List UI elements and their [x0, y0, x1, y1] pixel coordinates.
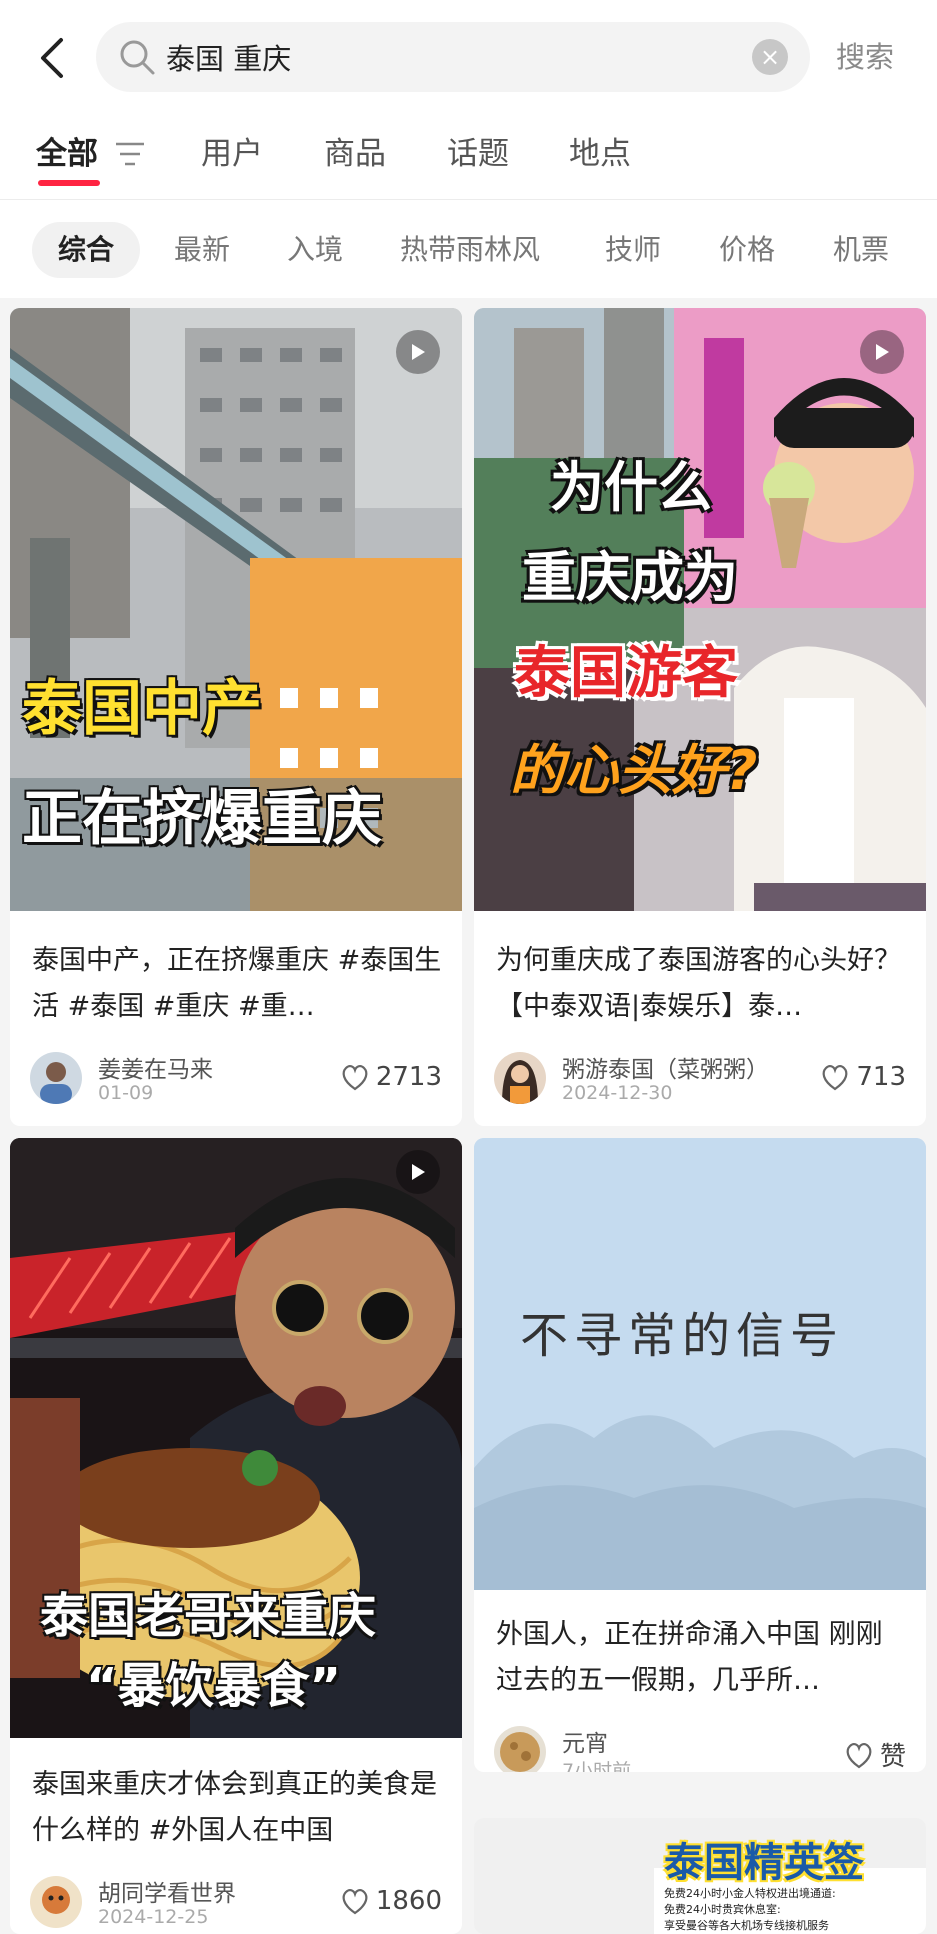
- tab-places[interactable]: 地点: [569, 128, 631, 173]
- clear-search-button[interactable]: ×: [752, 39, 788, 75]
- chip-rainforest-style[interactable]: 热带雨林风: [400, 222, 540, 278]
- chip-comprehensive[interactable]: 综合: [32, 222, 141, 278]
- cover-overlay-line: 的心头好?: [510, 739, 758, 802]
- author-name[interactable]: 姜姜在马来: [98, 1050, 213, 1084]
- search-button[interactable]: 搜索: [836, 34, 894, 76]
- cover-note-line: 享受曼谷等各大机场专线接机服务: [664, 1919, 829, 1932]
- author-name[interactable]: 元宵: [562, 1724, 608, 1758]
- chip-flights[interactable]: 机票: [833, 222, 889, 278]
- post-card[interactable]: 泰国老哥来重庆 “暴饮暴食” 泰国来重庆才体会到真正的美食是什么样的 #外国人在…: [10, 1138, 462, 1934]
- post-author-row: 元宵 7小时前 赞: [494, 1726, 906, 1772]
- post-title[interactable]: 外国人，正在拼命涌入中国 刚刚过去的五一假期，几乎所…: [496, 1612, 906, 1708]
- post-card[interactable]: 为什么 重庆成为 泰国游客 的心头好? 为何重庆成了泰国游客的心头好？【中泰双语…: [474, 308, 926, 1126]
- cover-overlay-line: 泰国游客: [514, 641, 738, 706]
- author-name[interactable]: 胡同学看世界: [98, 1874, 236, 1908]
- post-cover-image[interactable]: 不寻常的信号: [474, 1138, 926, 1590]
- avatar[interactable]: [494, 1052, 546, 1104]
- post-date: 2024-12-30: [562, 1082, 673, 1104]
- avatar[interactable]: [494, 1726, 546, 1772]
- like-button[interactable]: 1860: [340, 1886, 442, 1916]
- chip-entry[interactable]: 入境: [287, 222, 343, 278]
- cover-overlay-line: 正在挤爆重庆: [22, 784, 382, 854]
- heart-icon: [822, 1064, 848, 1091]
- tab-products[interactable]: 商品: [324, 128, 386, 173]
- like-button[interactable]: 赞: [844, 1736, 906, 1772]
- category-tabs: 全部 用户 商品 话题 地点: [0, 128, 937, 188]
- tab-users[interactable]: 用户: [201, 128, 263, 173]
- heart-icon: [342, 1888, 368, 1915]
- post-date: 01-09: [98, 1082, 154, 1104]
- post-title[interactable]: 为何重庆成了泰国游客的心头好？【中泰双语|泰娱乐】泰…: [496, 938, 906, 1034]
- post-card[interactable]: 泰国中产 正在挤爆重庆 泰国中产，正在挤爆重庆 #泰国生活 #泰国 #重庆 #重…: [10, 308, 462, 1126]
- filter-chip-bar: 综合 最新 入境 热带雨林风 技师 价格 机票: [0, 200, 937, 298]
- video-play-icon: [396, 1150, 440, 1194]
- like-button[interactable]: 2713: [340, 1062, 442, 1092]
- post-cover-image[interactable]: 泰国中产 正在挤爆重庆: [10, 308, 462, 911]
- filter-icon[interactable]: [114, 140, 146, 168]
- post-cover-image[interactable]: 为什么 重庆成为 泰国游客 的心头好?: [474, 308, 926, 911]
- cover-overlay-line: 泰国精英签: [664, 1840, 864, 1886]
- heart-icon: [342, 1064, 368, 1091]
- post-card[interactable]: 不寻常的信号 外国人，正在拼命涌入中国 刚刚过去的五一假期，几乎所… 元宵 7小…: [474, 1138, 926, 1772]
- chevron-left-icon: [41, 38, 63, 78]
- like-count: 1860: [375, 1886, 442, 1916]
- post-cover-image[interactable]: 泰国精英签 免费24小时小金人特权进出境通道: 免费24小时贵宾休息室: 享受曼…: [474, 1818, 926, 1934]
- post-cover-image[interactable]: 泰国老哥来重庆 “暴饮暴食”: [10, 1138, 462, 1738]
- author-name[interactable]: 粥游泰国（菜粥粥）: [562, 1050, 769, 1084]
- like-count: 2713: [375, 1062, 442, 1092]
- avatar[interactable]: [30, 1876, 82, 1928]
- post-date: 2024-12-25: [98, 1906, 209, 1928]
- cover-overlay-line: 泰国老哥来重庆: [40, 1588, 377, 1644]
- post-card[interactable]: 泰国精英签 免费24小时小金人特权进出境通道: 免费24小时贵宾休息室: 享受曼…: [474, 1818, 926, 1934]
- search-bar[interactable]: ×: [96, 22, 810, 92]
- cover-overlay-line: “暴饮暴食”: [86, 1658, 342, 1714]
- post-author-row: 粥游泰国（菜粥粥） 2024-12-30 713: [494, 1052, 906, 1108]
- post-title[interactable]: 泰国来重庆才体会到真正的美食是什么样的 #外国人在中国: [32, 1762, 442, 1858]
- cover-note-line: 免费24小时小金人特权进出境通道:: [664, 1887, 836, 1900]
- like-button[interactable]: 713: [820, 1062, 906, 1092]
- post-author-row: 姜姜在马来 01-09 2713: [30, 1052, 442, 1108]
- avatar[interactable]: [30, 1052, 82, 1104]
- cover-overlay-line: 泰国中产: [22, 674, 262, 744]
- back-button[interactable]: [32, 30, 72, 86]
- cover-overlay-line: 重庆成为: [522, 546, 738, 609]
- like-count: 赞: [879, 1742, 906, 1772]
- cover-note-line: 免费24小时贵宾休息室:: [664, 1903, 781, 1916]
- search-icon: [120, 40, 155, 75]
- post-date: 7小时前: [562, 1760, 632, 1772]
- cover-notes: 免费24小时小金人特权进出境通道: 免费24小时贵宾休息室: 享受曼谷等各大机场…: [664, 1886, 836, 1934]
- like-count: 713: [856, 1062, 906, 1092]
- post-author-row: 胡同学看世界 2024-12-25 1860: [30, 1876, 442, 1932]
- chip-latest[interactable]: 最新: [174, 222, 230, 278]
- chip-price[interactable]: 价格: [719, 222, 775, 278]
- tab-all[interactable]: 全部: [36, 128, 98, 173]
- cover-overlay-line: 为什么: [550, 456, 712, 519]
- search-input[interactable]: [166, 22, 726, 92]
- chip-technician[interactable]: 技师: [605, 222, 661, 278]
- cover-overlay-line: 不寻常的信号: [520, 1308, 845, 1364]
- active-tab-indicator: [38, 180, 100, 186]
- post-title[interactable]: 泰国中产，正在挤爆重庆 #泰国生活 #泰国 #重庆 #重…: [32, 938, 442, 1034]
- tab-topics[interactable]: 话题: [447, 128, 509, 173]
- video-play-icon: [860, 330, 904, 374]
- video-play-icon: [396, 330, 440, 374]
- heart-icon: [846, 1742, 872, 1768]
- search-header: × 搜索 全部 用户 商品 话题 地点: [0, 0, 937, 200]
